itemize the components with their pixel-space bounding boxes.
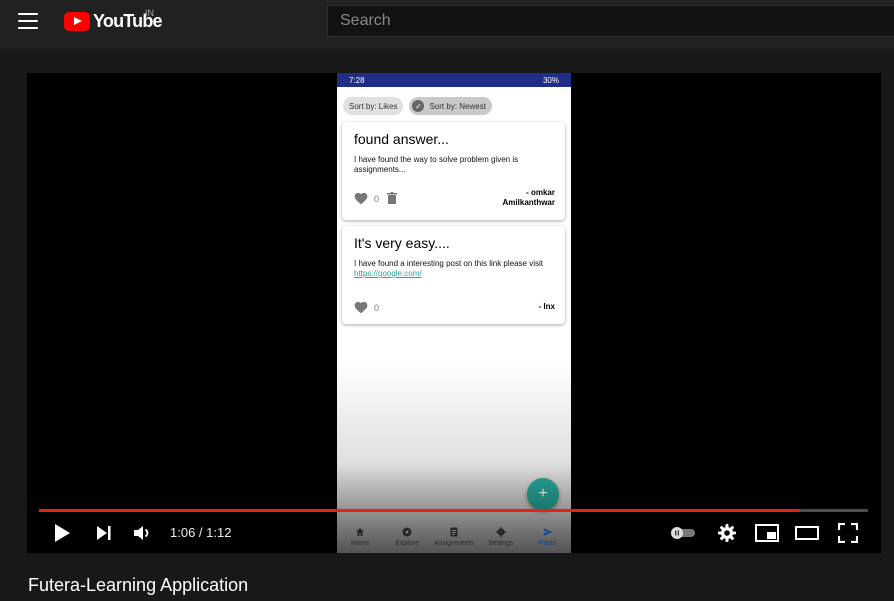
masthead: YouTube IN	[0, 0, 894, 49]
assignment-icon	[450, 527, 458, 536]
nav-home[interactable]: Home	[337, 527, 383, 547]
sort-chips: Sort by: Likes ✓ Sort by: Newest	[343, 97, 492, 115]
theater-mode-button[interactable]	[794, 520, 820, 546]
video-title: Futera-Learning Application	[28, 575, 249, 595]
post-author: - lnx	[538, 302, 555, 311]
miniplayer-button[interactable]	[754, 520, 780, 546]
compass-icon	[402, 527, 412, 536]
post-body: I have found a interesting post on this …	[354, 259, 554, 279]
sort-likes-chip[interactable]: Sort by: Likes	[343, 97, 404, 115]
status-bar: 7:28 30%	[337, 73, 571, 87]
bottom-nav: Home Explore Assignments Settings Posts	[337, 520, 571, 553]
sort-newest-chip[interactable]: ✓ Sort by: Newest	[409, 97, 492, 115]
post-title: found answer...	[354, 131, 449, 147]
post-card[interactable]: found answer... I have found the way to …	[342, 122, 565, 220]
post-card[interactable]: It's very easy.... I have found a intere…	[342, 226, 565, 324]
home-icon	[356, 527, 365, 536]
volume-icon	[134, 526, 149, 540]
like-count: 0	[374, 303, 380, 313]
search-box[interactable]	[327, 5, 894, 37]
autoplay-icon	[671, 527, 695, 539]
youtube-play-icon	[64, 11, 90, 31]
post-author: - omkar Amilkanthwar	[502, 188, 555, 207]
video-player[interactable]: 7:28 30% Sort by: Likes ✓ Sort by: Newest…	[27, 73, 881, 553]
progress-played	[39, 509, 800, 512]
add-post-button[interactable]: +	[527, 478, 559, 510]
like-count: 0	[374, 194, 380, 204]
nav-settings[interactable]: Settings	[478, 526, 524, 547]
fullscreen-icon	[838, 523, 858, 543]
mute-button[interactable]	[131, 520, 153, 546]
autoplay-toggle[interactable]	[668, 520, 698, 546]
gear-icon	[718, 524, 736, 542]
time-display: 1:06 / 1:12	[170, 525, 232, 540]
gear-icon	[495, 526, 506, 537]
settings-button[interactable]	[716, 520, 738, 546]
app-screen: 7:28 30% Sort by: Likes ✓ Sort by: Newest…	[337, 73, 571, 553]
theater-icon	[795, 526, 819, 540]
post-body: I have found the way to solve problem gi…	[354, 155, 519, 174]
post-title: It's very easy....	[354, 235, 450, 251]
progress-bar[interactable]	[39, 509, 868, 512]
nav-posts[interactable]: Posts	[525, 527, 571, 547]
heart-icon[interactable]	[353, 191, 369, 205]
send-icon	[543, 527, 553, 536]
fullscreen-button[interactable]	[835, 520, 861, 546]
post-link[interactable]: https://google.com/	[354, 269, 554, 279]
nav-assignments[interactable]: Assignments	[431, 527, 477, 547]
status-time: 7:28	[349, 75, 365, 85]
youtube-logo[interactable]: YouTube IN	[64, 8, 163, 32]
next-button[interactable]	[93, 520, 115, 546]
trash-icon[interactable]	[387, 192, 397, 204]
heart-icon[interactable]	[353, 300, 369, 314]
play-icon	[55, 524, 70, 542]
country-code: IN	[145, 8, 154, 18]
play-button[interactable]	[49, 520, 75, 546]
search-input[interactable]	[328, 6, 894, 36]
check-icon: ✓	[412, 100, 425, 112]
status-battery: 30%	[542, 75, 559, 85]
next-icon	[97, 526, 111, 540]
miniplayer-icon	[755, 524, 779, 542]
menu-icon[interactable]	[18, 13, 38, 29]
nav-explore[interactable]: Explore	[384, 527, 430, 547]
